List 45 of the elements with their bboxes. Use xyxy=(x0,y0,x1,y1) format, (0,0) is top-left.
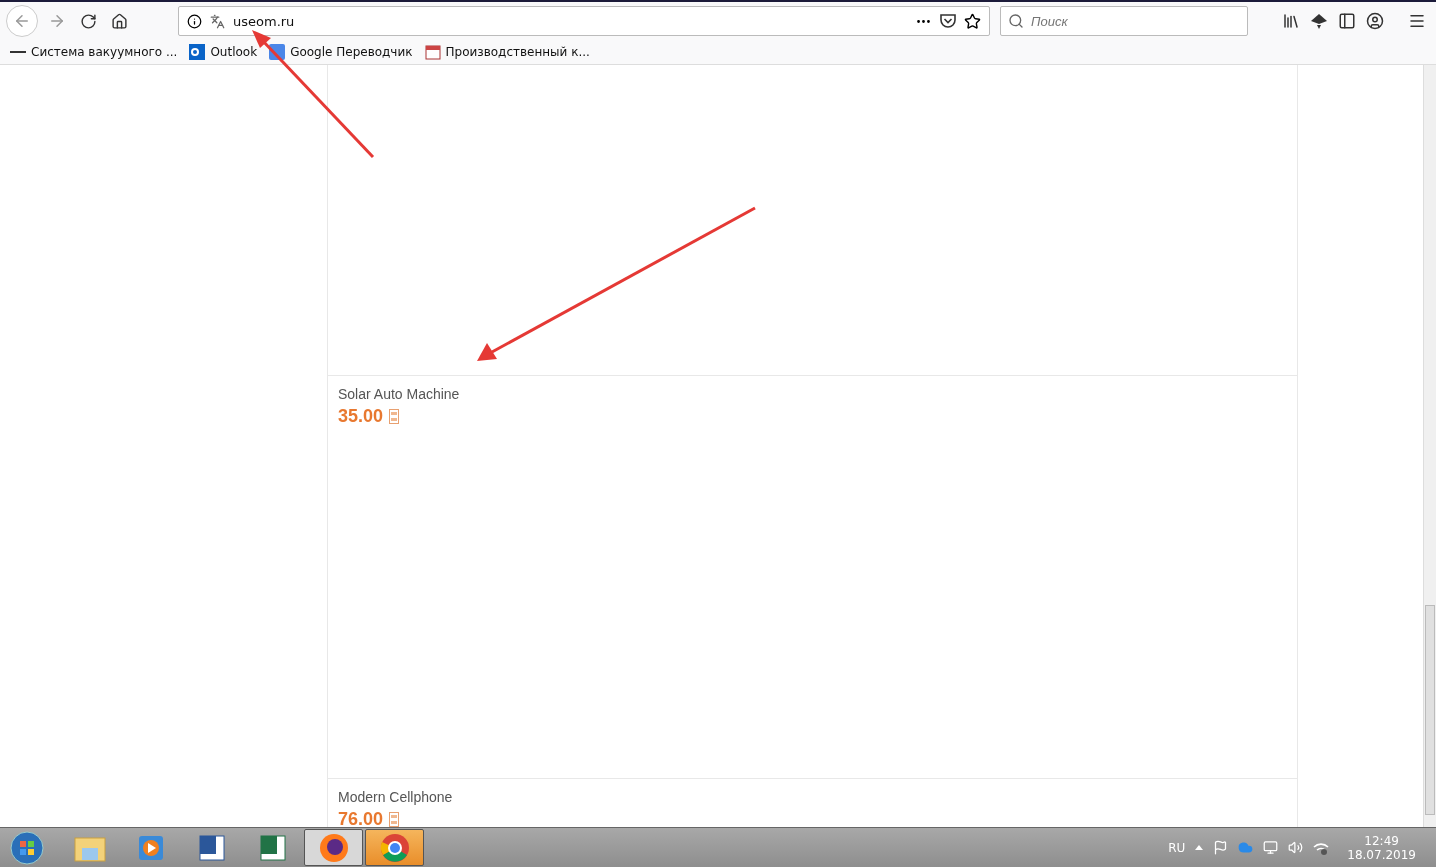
product-price: 76.00 xyxy=(338,809,384,827)
calendar-icon xyxy=(424,44,441,60)
missing-glyph-icon xyxy=(389,812,400,827)
star-icon[interactable] xyxy=(964,12,981,30)
url-text: useom.ru xyxy=(233,13,296,29)
excel-icon xyxy=(258,833,287,862)
scrollbar-thumb[interactable] xyxy=(1425,605,1435,815)
clock-date: 18.07.2019 xyxy=(1347,847,1416,862)
search-icon xyxy=(1008,13,1024,29)
clock-time: 12:49 xyxy=(1364,833,1399,848)
scrollbar[interactable] xyxy=(1423,65,1436,827)
product-price: 35.00 xyxy=(338,406,384,427)
bookmark[interactable]: Outlook xyxy=(189,44,258,60)
wifi-icon[interactable] xyxy=(1313,840,1330,855)
bookmark[interactable]: Система вакуумного ... xyxy=(10,45,178,59)
windows-logo-icon xyxy=(10,830,44,865)
taskbar-app[interactable] xyxy=(365,829,424,866)
back-icon xyxy=(13,12,31,30)
volume-icon[interactable] xyxy=(1288,840,1304,855)
bookmark[interactable]: Производственный к... xyxy=(424,44,590,60)
firefox-icon xyxy=(318,832,349,863)
taskbar-app[interactable] xyxy=(304,829,363,866)
caret-icon[interactable] xyxy=(1195,845,1204,850)
info-icon xyxy=(187,13,202,29)
product-name: Solar Auto Machine xyxy=(338,386,461,402)
bookmark[interactable]: Google Переводчик xyxy=(269,44,413,60)
product-name: Modern Cellphone xyxy=(338,789,454,805)
translate-icon xyxy=(210,13,225,29)
word-icon xyxy=(197,833,226,862)
forward-icon xyxy=(48,12,66,30)
network-icon[interactable] xyxy=(1263,840,1279,855)
flag-icon[interactable] xyxy=(1213,840,1229,855)
menu-icon[interactable] xyxy=(1408,12,1426,30)
pocket-icon[interactable] xyxy=(940,13,956,29)
outlook-icon xyxy=(189,44,206,60)
library-icon[interactable] xyxy=(1282,12,1300,30)
media-player-icon xyxy=(136,833,165,862)
sidebar-icon[interactable] xyxy=(1338,12,1356,30)
missing-glyph-icon xyxy=(389,409,400,424)
address-bar[interactable]: useom.ru xyxy=(178,6,990,36)
home-icon xyxy=(111,12,128,30)
reload-icon xyxy=(80,12,97,30)
account-icon[interactable] xyxy=(1366,12,1384,30)
search-field[interactable]: Поиск xyxy=(1000,6,1248,36)
chrome-icon xyxy=(379,832,410,863)
